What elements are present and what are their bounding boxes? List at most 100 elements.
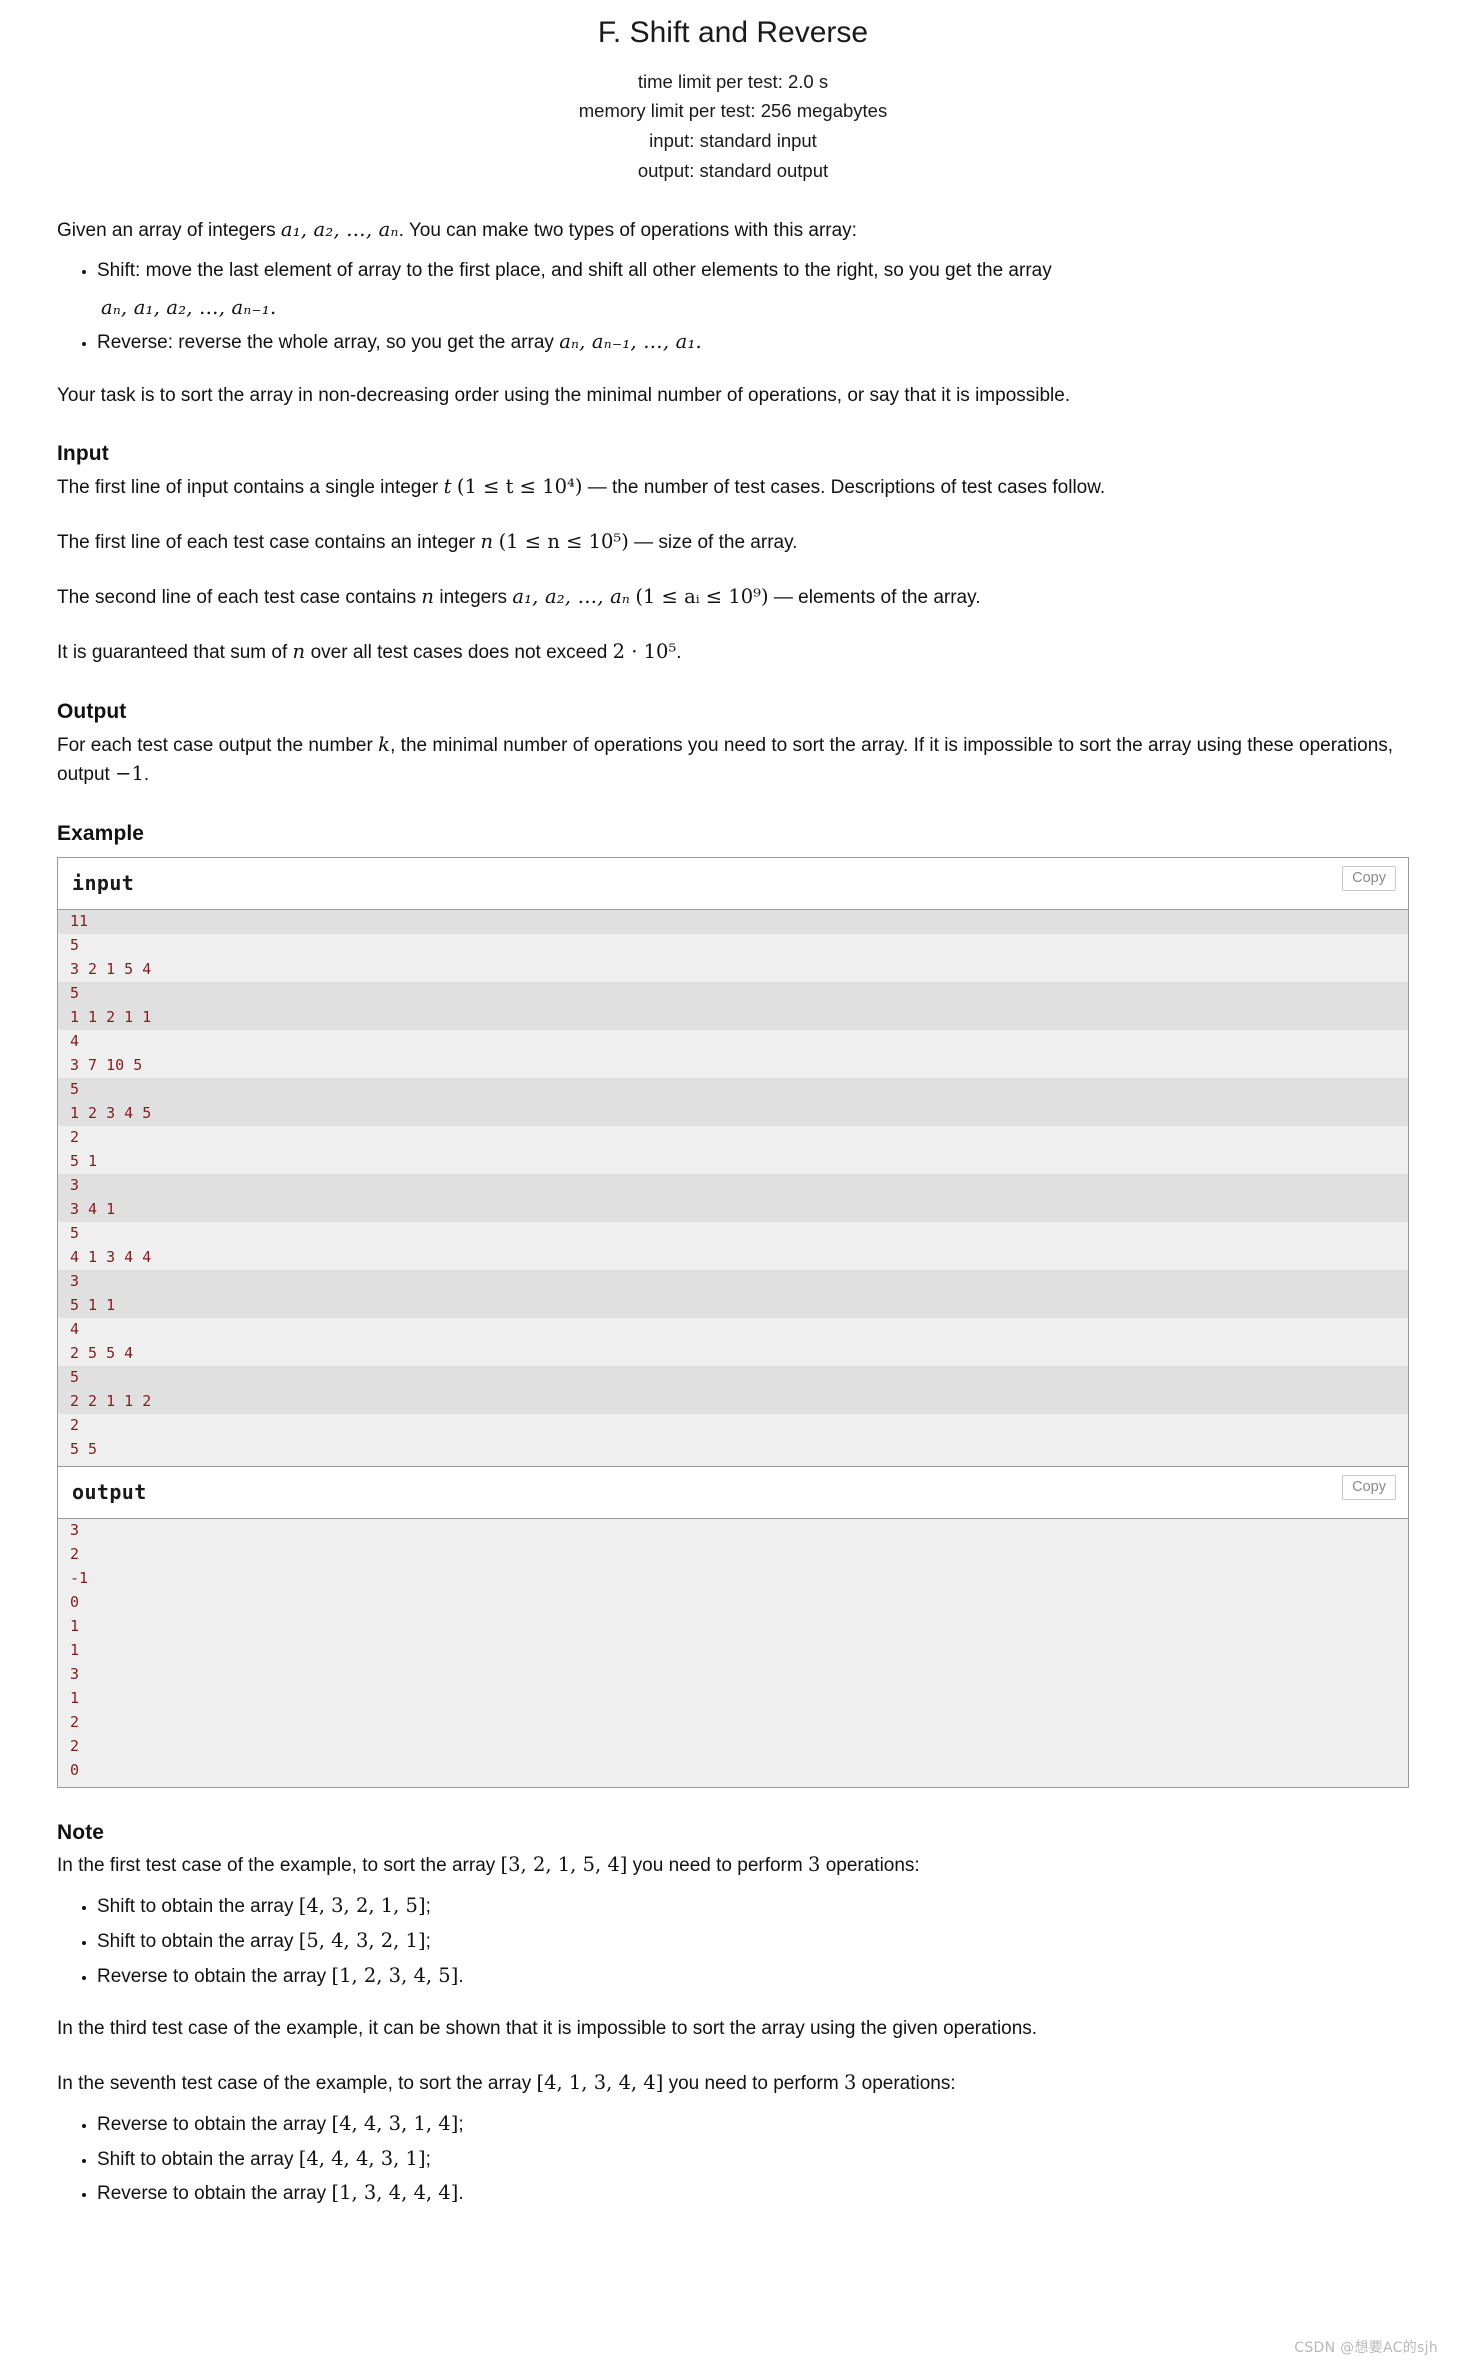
note-step-array: [4, 4, 3, 1, 4] <box>331 2112 459 2136</box>
sample-output-block: output Copy 3 2 -1 0 1 1 3 1 2 2 0 <box>58 1465 1408 1787</box>
note-step-array: [1, 3, 4, 4, 4] <box>331 2181 459 2205</box>
note-step-text: Shift to obtain the array <box>97 1896 299 1918</box>
statement-intro: Given an array of integers a₁, a₂, …, aₙ… <box>57 216 1409 245</box>
input-p4-c: . <box>676 642 682 664</box>
problem-content: Given an array of integers a₁, a₂, …, aₙ… <box>23 216 1443 2207</box>
note-p3-array: [4, 1, 3, 4, 4] <box>536 2071 664 2095</box>
sample-input-line: 5 <box>58 981 1408 1006</box>
note-p1-array: [3, 2, 1, 5, 4] <box>500 1853 628 1877</box>
sample-output-label: output <box>72 1479 147 1504</box>
example-heading: Example <box>57 821 145 845</box>
sample-input-line: 11 <box>58 909 1408 934</box>
output-paragraph-1: For each test case output the number k, … <box>57 731 1409 789</box>
input-p3-mid: integers <box>434 587 513 609</box>
input-paragraph-1: The first line of input contains a singl… <box>57 473 1409 502</box>
output-p1-a: For each test case output the number <box>57 734 379 756</box>
input-p3-array: a₁, a₂, …, aₙ <box>512 585 631 609</box>
note-p3-c: operations: <box>856 2073 956 2095</box>
sample-input-line: 3 4 1 <box>58 1197 1408 1222</box>
input-spec: input: standard input <box>649 129 817 151</box>
sample-input-line: 4 <box>58 1317 1408 1342</box>
sample-input-line: 2 <box>58 1125 1408 1150</box>
sample-output-line: 0 <box>58 1590 1408 1615</box>
note-step-tail: ; <box>425 2148 431 2170</box>
note-p3-b: you need to perform <box>663 2073 844 2095</box>
note-step-tail: ; <box>425 1896 431 1918</box>
sample-input-line: 3 7 10 5 <box>58 1053 1408 1078</box>
input-p2-var: n <box>480 530 494 554</box>
input-p4-bound: 2 · 10⁵ <box>612 640 677 664</box>
output-p1-c: . <box>143 763 150 785</box>
sample-input-line: 5 <box>58 1365 1408 1390</box>
input-p1-range: (1 ≤ t ≤ 10⁴) <box>456 475 583 499</box>
sample-input-body: 11 5 3 2 1 5 451 1 2 1 143 7 10 551 2 3 4 … <box>58 909 1408 1466</box>
sample-input-line: 5 1 1 <box>58 1293 1408 1318</box>
sample-output-line: 1 <box>58 1614 1408 1639</box>
note-step-text: Shift to obtain the array <box>97 2148 299 2170</box>
sample-output-line: 2 <box>58 1542 1408 1567</box>
sample-output-line: 2 <box>58 1734 1408 1759</box>
input-paragraph-4: It is guaranteed that sum of n over all … <box>57 638 1409 667</box>
sample-output-line: 3 <box>58 1518 1408 1543</box>
note-step-array: [4, 4, 4, 3, 1] <box>298 2146 426 2170</box>
input-p1-a: The first line of input contains a singl… <box>57 477 444 499</box>
sample-tests: input Copy 11 5 3 2 1 5 451 1 2 1 143 7 10… <box>57 856 1409 1788</box>
list-item: Shift to obtain the array [5, 4, 3, 2, 1… <box>97 1927 1409 1956</box>
note-paragraph-1: In the first test case of the example, t… <box>57 1851 1409 1880</box>
output-p1-k: k <box>378 732 391 756</box>
sample-input-line: 3 <box>58 1269 1408 1294</box>
copy-input-button[interactable]: Copy <box>1342 865 1396 892</box>
input-p3-a: The second line of each test case contai… <box>57 587 422 609</box>
op-reverse-text: Reverse: reverse the whole array, so you… <box>97 331 554 353</box>
sample-input-line: 5 <box>58 933 1408 958</box>
list-item: Shift to obtain the array [4, 3, 2, 1, 5… <box>97 1892 1409 1921</box>
page-inner: F. Shift and Reverse time limit per test… <box>23 0 1443 2208</box>
sample-input-data: 11 5 3 2 1 5 451 1 2 1 143 7 10 551 2 3 4 … <box>58 909 1408 1462</box>
sample-output-line: 1 <box>58 1638 1408 1663</box>
sample-input-line: 3 2 1 5 4 <box>58 957 1408 982</box>
input-heading: Input <box>57 442 109 466</box>
statement-intro-math: a₁, a₂, …, aₙ <box>280 218 399 242</box>
input-p4-a: It is guaranteed that sum of <box>57 642 293 664</box>
sample-input-header: input Copy <box>58 857 1408 910</box>
sample-output-data: 3 2 -1 0 1 1 3 1 2 2 0 <box>58 1518 1408 1783</box>
input-p2-b: — size of the array. <box>628 532 798 554</box>
sample-output-header: output Copy <box>58 1465 1408 1519</box>
input-p2-a: The first line of each test case contain… <box>57 532 481 554</box>
time-limit: time limit per test: 2.0 s <box>637 70 829 92</box>
list-item: Shift to obtain the array [4, 4, 4, 3, 1… <box>97 2145 1409 2174</box>
output-spec: output: standard output <box>637 159 829 181</box>
watermark: CSDN @想要AC的sjh <box>1294 2340 1438 2356</box>
input-paragraph-2: The first line of each test case contain… <box>57 528 1409 557</box>
note-step-tail: . <box>458 1965 464 1987</box>
input-p3-range: (1 ≤ aᵢ ≤ 10⁹) <box>635 585 769 609</box>
input-p1-b: — the number of test cases. Descriptions… <box>582 477 1106 499</box>
statement-intro-a: Given an array of integers <box>57 220 281 242</box>
list-item: Reverse to obtain the array [1, 2, 3, 4,… <box>97 1962 1409 1991</box>
list-item: Reverse: reverse the whole array, so you… <box>97 328 1409 357</box>
note-step-text: Reverse to obtain the array <box>97 1965 332 1987</box>
note-step-text: Shift to obtain the array <box>97 1931 299 1952</box>
note-p1-count: 3 <box>808 1853 821 1877</box>
memory-limit: memory limit per test: 256 megabytes <box>578 100 888 122</box>
copy-output-button[interactable]: Copy <box>1342 1474 1396 1501</box>
note-paragraph-3: In the seventh test case of the example,… <box>57 2069 1409 2098</box>
list-item: Shift: move the last element of array to… <box>97 257 1409 322</box>
operations-list: Shift: move the last element of array to… <box>57 257 1409 356</box>
sample-input-line: 2 2 1 1 2 <box>58 1389 1408 1414</box>
sample-input-line: 2 <box>58 1413 1408 1438</box>
note-p1-a: In the first test case of the example, t… <box>57 1855 501 1877</box>
note-heading: Note <box>57 1820 105 1844</box>
note-p3-a: In the seventh test case of the example,… <box>57 2073 537 2095</box>
page-title: F. Shift and Reverse <box>597 16 869 49</box>
note-step-array: [5, 4, 3, 2, 1] <box>298 1929 426 1952</box>
sample-input-line: 5 5 <box>58 1437 1408 1462</box>
sample-input-line: 4 1 3 4 4 <box>58 1245 1408 1270</box>
note-p1-b: you need to perform <box>627 1855 808 1877</box>
note-p3-count: 3 <box>843 2071 857 2095</box>
note-paragraph-2: In the third test case of the example, i… <box>57 2018 1038 2040</box>
sample-input-block: input Copy 11 5 3 2 1 5 451 1 2 1 143 7 10… <box>58 857 1408 1466</box>
statement-intro-b: . You can make two types of operations w… <box>398 220 857 242</box>
output-heading: Output <box>57 700 127 724</box>
input-p3-b: — elements of the array. <box>768 587 981 609</box>
